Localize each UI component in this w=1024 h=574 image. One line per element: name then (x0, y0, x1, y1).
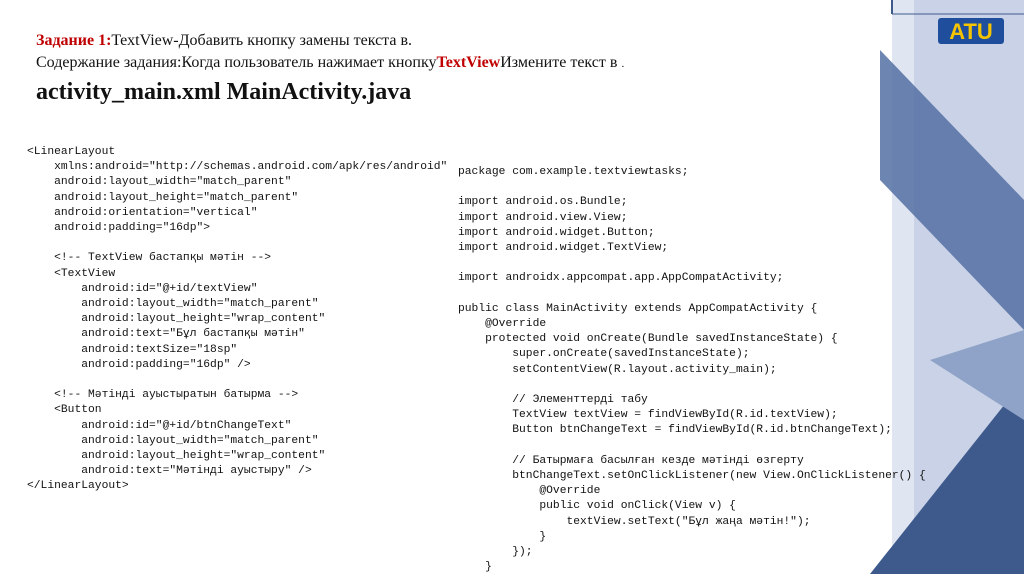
task-text: TextView-Добавить кнопку замены текста в… (111, 32, 413, 49)
java-code-block: package com.example.textviewtasks; impor… (458, 166, 926, 574)
task-label: Задание 1: (36, 32, 112, 49)
content-dot: . (621, 58, 625, 70)
atu-logo: ATU (938, 18, 1004, 44)
content-text-end: Измените текст в (500, 54, 618, 71)
files-title: activity_main.xml MainActivity.java (36, 79, 412, 105)
slide-heading: Задание 1:TextView-Добавить кнопку замен… (36, 30, 624, 107)
stripe-mid (914, 0, 1024, 574)
xml-code-block: <LinearLayout xmlns:android="http://sche… (27, 146, 448, 493)
stripe-accent (930, 330, 1024, 420)
content-label: Содержание задания: (36, 54, 182, 71)
logo-text: ATU (949, 19, 993, 44)
task-line: Задание 1:TextView-Добавить кнопку замен… (36, 30, 624, 52)
content-highlight: TextView (436, 54, 501, 71)
content-text: Когда пользователь нажимает кнопку (181, 54, 437, 71)
content-line: Содержание задания:Когда пользователь на… (36, 53, 624, 74)
slide: ATU Задание 1:TextView-Добавить кнопку з… (0, 0, 1024, 574)
